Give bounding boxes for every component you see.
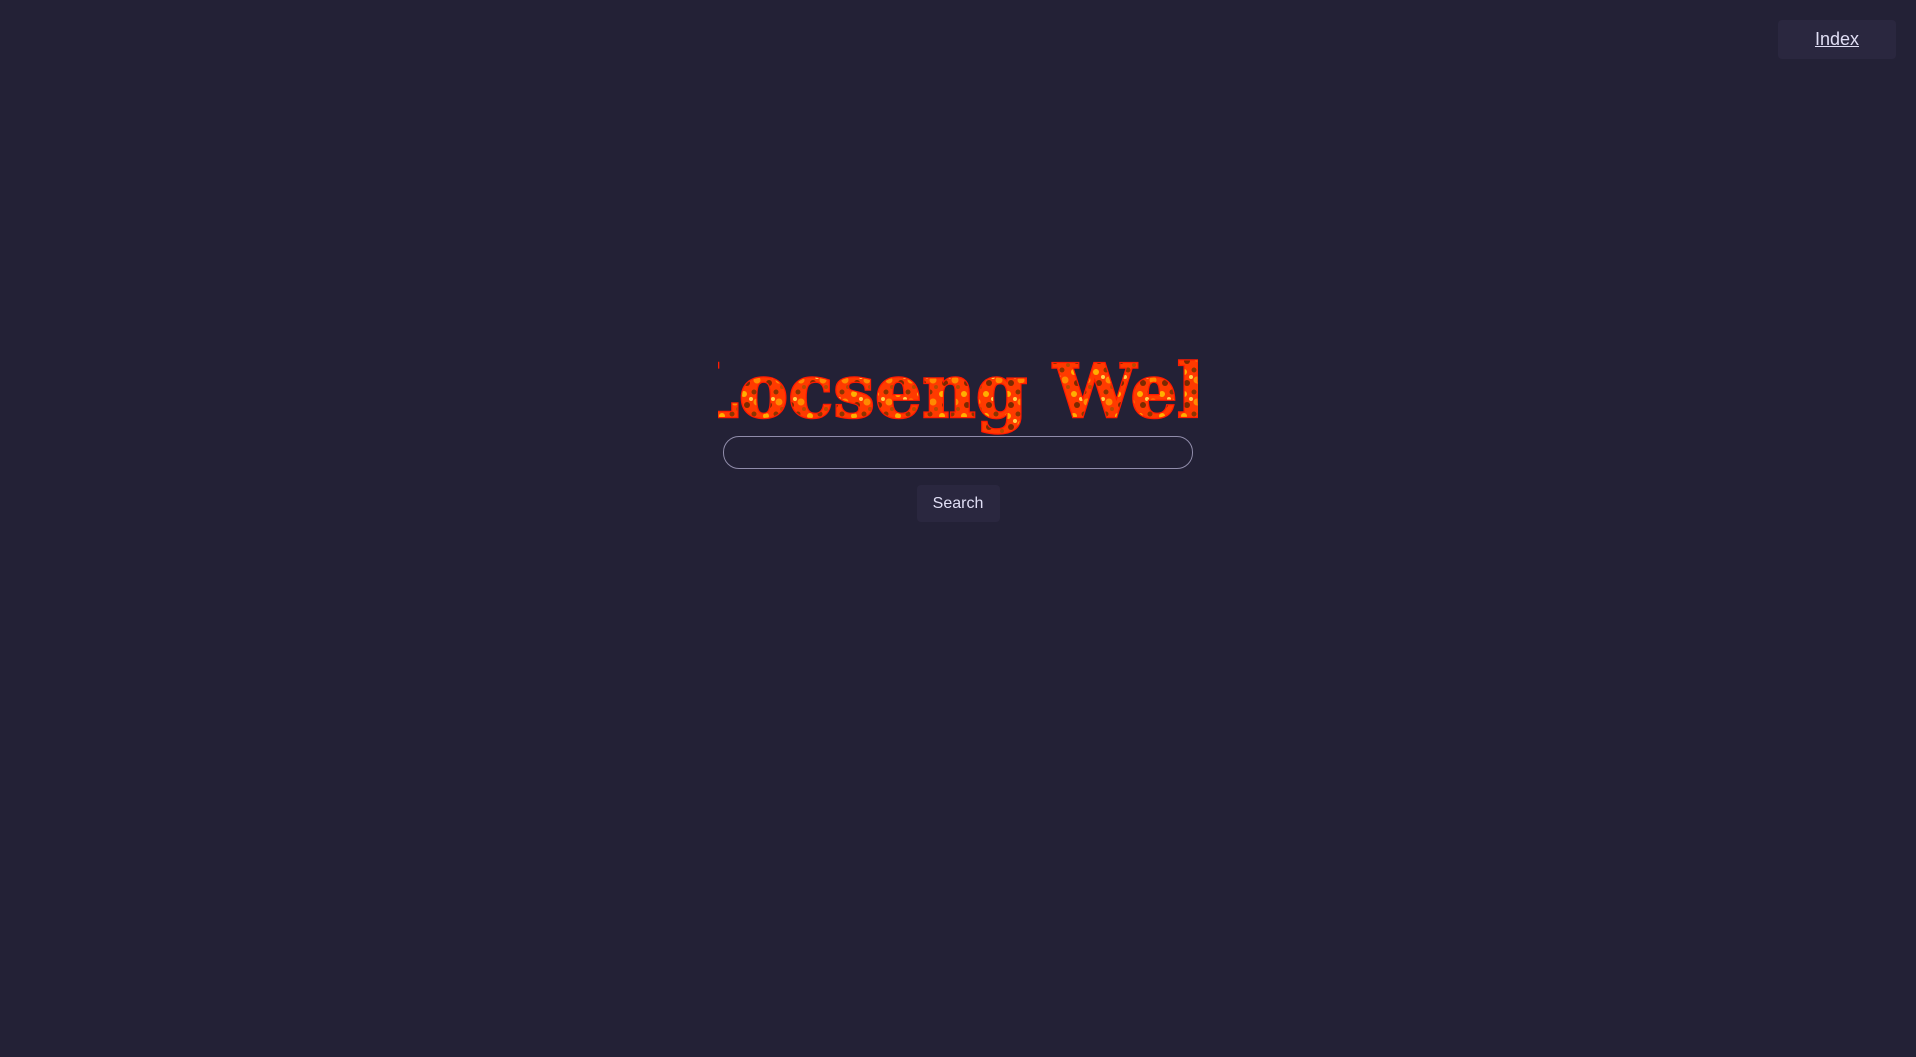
page: Index Locseng Web Search <box>0 0 1916 1057</box>
search-input[interactable] <box>723 436 1193 469</box>
search-button[interactable]: Search <box>916 485 1000 522</box>
site-logo: Locseng Web <box>718 348 1198 435</box>
search-area: Locseng Web Search <box>0 345 1916 522</box>
site-logo-text: Locseng Web <box>718 349 1198 435</box>
index-link[interactable]: Index <box>1815 29 1859 50</box>
index-link-container[interactable]: Index <box>1778 20 1896 59</box>
